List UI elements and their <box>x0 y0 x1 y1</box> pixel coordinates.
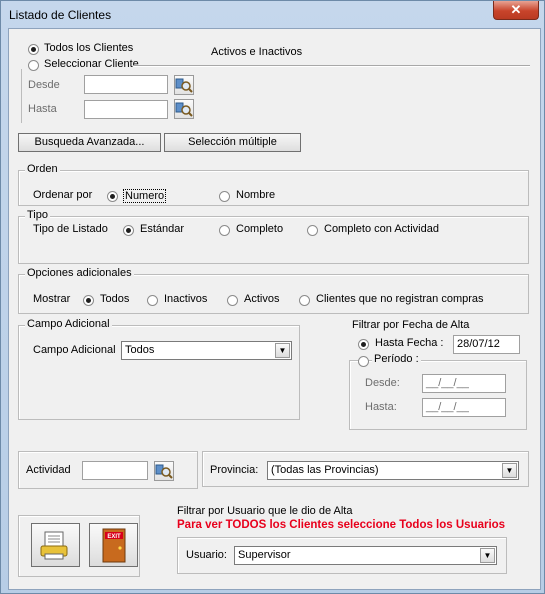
todos-label: Todos <box>100 293 130 305</box>
usuario-group: Usuario: Supervisor ▼ <box>177 537 507 574</box>
nombre-label: Nombre <box>236 189 276 201</box>
print-icon <box>40 531 68 560</box>
radio-hasta-fecha[interactable] <box>358 339 369 350</box>
hasta-label: Hasta <box>28 103 57 115</box>
provincia-select[interactable]: (Todas las Provincias) ▼ <box>267 461 519 480</box>
hasta-cliente-input[interactable] <box>84 100 168 119</box>
campo-adicional-label: Campo Adicional <box>33 344 116 356</box>
periodo-label: Período : <box>372 353 421 365</box>
radio-completo-actividad[interactable] <box>307 225 318 236</box>
print-button[interactable] <box>31 523 80 567</box>
activos-inactivos-label: Activos e Inactivos <box>211 46 303 58</box>
campo-adicional-value: Todos <box>125 344 155 356</box>
usuario-label: Usuario: <box>186 549 227 561</box>
usuario-filter-label: Filtrar por Usuario que le dio de Alta <box>177 505 353 517</box>
exit-button[interactable]: EXIT <box>89 523 138 567</box>
desde-cliente-input[interactable] <box>84 75 168 94</box>
orden-group: Orden Ordenar por Numero Nombre <box>18 163 529 206</box>
chevron-down-icon[interactable]: ▼ <box>480 548 495 563</box>
completo-label: Completo <box>236 223 284 235</box>
provincia-group: Provincia: (Todas las Provincias) ▼ <box>202 451 529 487</box>
periodo-desde-input[interactable]: __/__/__ <box>422 374 506 393</box>
estandar-label: Estándar <box>140 223 185 235</box>
actions-group: EXIT <box>18 515 140 577</box>
completo-actividad-label: Completo con Actividad <box>324 223 439 235</box>
search-actividad-button[interactable] <box>154 461 174 481</box>
actividad-input[interactable] <box>82 461 148 480</box>
activos-label: Activos <box>244 293 280 305</box>
chevron-down-icon[interactable]: ▼ <box>502 463 517 478</box>
actividad-label: Actividad <box>26 464 71 476</box>
sin-compras-label: Clientes que no registran compras <box>316 293 484 305</box>
opciones-group: Opciones adicionales Mostrar Todos Inact… <box>18 267 529 314</box>
title-bar: Listado de Clientes ✕ <box>1 1 544 27</box>
radio-completo[interactable] <box>219 225 230 236</box>
usuario-warning: Para ver TODOS los Clientes seleccione T… <box>177 519 506 531</box>
ordenar-por-label: Ordenar por <box>33 189 93 201</box>
mostrar-label: Mostrar <box>33 293 71 305</box>
client-area: Todos los Clientes Seleccionar Cliente A… <box>8 28 541 590</box>
actividad-group: Actividad <box>18 451 198 489</box>
seleccion-multiple-button[interactable]: Selección múltiple <box>164 133 301 152</box>
radio-numero[interactable] <box>107 191 118 202</box>
radio-estandar[interactable] <box>123 225 134 236</box>
radio-todos-clientes[interactable] <box>28 44 39 55</box>
campo-adicional-title: Campo Adicional <box>25 318 112 330</box>
todos-clientes-label: Todos los Clientes <box>44 42 134 54</box>
window-title: Listado de Clientes <box>9 8 112 22</box>
chevron-down-icon[interactable]: ▼ <box>275 343 290 358</box>
radio-periodo[interactable] <box>358 356 369 367</box>
inactivos-label: Inactivos <box>164 293 208 305</box>
exit-door-icon: EXIT <box>102 528 126 563</box>
busqueda-avanzada-button[interactable]: Busqueda Avanzada... <box>18 133 161 152</box>
periodo-hasta-label: Hasta: <box>365 401 397 413</box>
tipo-title: Tipo <box>25 209 50 221</box>
fecha-title: Filtrar por Fecha de Alta <box>352 319 470 331</box>
orden-title: Orden <box>25 163 60 175</box>
window: Listado de Clientes ✕ Todos los Clientes… <box>0 0 545 594</box>
radio-todos[interactable] <box>83 295 94 306</box>
usuario-value: Supervisor <box>238 549 291 561</box>
tipo-listado-label: Tipo de Listado <box>33 223 108 235</box>
radio-sin-compras[interactable] <box>299 295 310 306</box>
radio-activos[interactable] <box>227 295 238 306</box>
hasta-fecha-input[interactable]: 28/07/12 <box>453 335 520 354</box>
campo-adicional-group: Campo Adicional Campo Adicional Todos ▼ <box>18 318 300 420</box>
search-icon <box>175 102 193 117</box>
provincia-label: Provincia: <box>210 464 259 476</box>
seleccionar-cliente-label: Seleccionar Cliente <box>44 58 139 70</box>
opciones-title: Opciones adicionales <box>25 267 134 279</box>
search-desde-button[interactable] <box>174 75 194 95</box>
campo-adicional-select[interactable]: Todos ▼ <box>121 341 292 360</box>
tipo-group: Tipo Tipo de Listado Estándar Completo C… <box>18 209 529 264</box>
usuario-select[interactable]: Supervisor ▼ <box>234 546 497 565</box>
separator-left <box>21 69 22 123</box>
periodo-hasta-input[interactable]: __/__/__ <box>422 398 506 417</box>
close-button[interactable]: ✕ <box>493 1 539 20</box>
periodo-group: Período : Desde: __/__/__ Hasta: __/__/_… <box>349 353 527 430</box>
radio-nombre[interactable] <box>219 191 230 202</box>
search-hasta-button[interactable] <box>174 99 194 119</box>
provincia-value: (Todas las Provincias) <box>271 464 379 476</box>
radio-inactivos[interactable] <box>147 295 158 306</box>
periodo-desde-label: Desde: <box>365 377 400 389</box>
numero-label: Numero <box>123 189 167 203</box>
search-icon <box>155 464 173 479</box>
hasta-fecha-label: Hasta Fecha : <box>375 337 444 349</box>
desde-label: Desde <box>28 79 60 91</box>
radio-seleccionar-cliente[interactable] <box>28 60 39 71</box>
separator <box>133 65 530 67</box>
search-icon <box>175 78 193 93</box>
svg-text:EXIT: EXIT <box>107 534 121 540</box>
